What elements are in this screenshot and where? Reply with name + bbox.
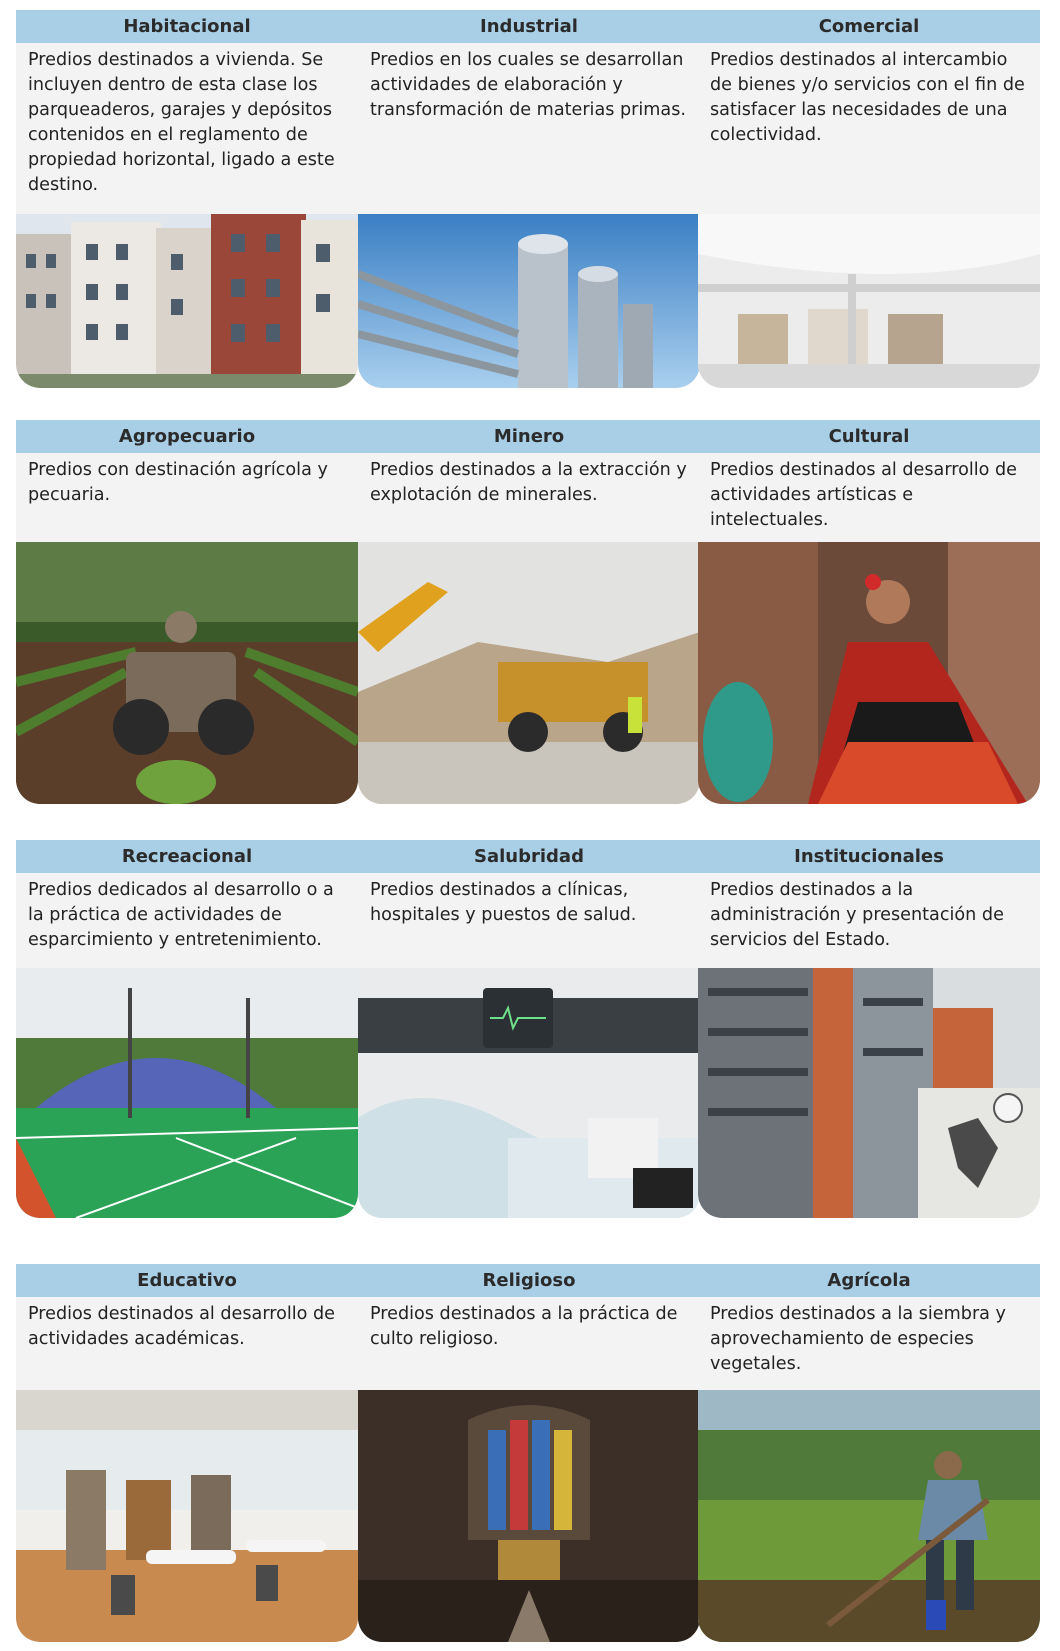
card-title: Institucionales — [698, 840, 1040, 873]
card-description: Predios destinados al desarrollo de acti… — [28, 1304, 335, 1349]
card-description: Predios destinados a vivienda. Se incluy… — [28, 50, 335, 195]
card-title: Minero — [358, 420, 700, 453]
card-description: Predios destinados al desarrollo de acti… — [710, 460, 1017, 530]
card-institucionales: Institucionales Predios destinados a la … — [698, 840, 1040, 1218]
card-description: Predios dedicados al desarrollo o a la p… — [28, 880, 334, 950]
card-description: Predios destinados a la extracción y exp… — [370, 460, 687, 505]
card-comercial: Comercial Predios destinados al intercam… — [698, 10, 1040, 388]
church-interior-photo — [358, 1390, 700, 1642]
card-title: Religioso — [358, 1264, 700, 1297]
card-title: Agropecuario — [16, 420, 358, 453]
card-minero: Minero Predios destinados a la extracció… — [358, 420, 700, 804]
card-industrial: Industrial Predios en los cuales se desa… — [358, 10, 700, 388]
card-title: Recreacional — [16, 840, 358, 873]
card-description: Predios en los cuales se desarrollan act… — [370, 50, 686, 120]
tractor-field-photo — [16, 542, 358, 804]
apartment-buildings-photo — [16, 214, 358, 388]
card-description: Predios destinados a la administración y… — [710, 880, 1004, 950]
card-title: Cultural — [698, 420, 1040, 453]
card-description: Predios destinados al intercambio de bie… — [710, 50, 1025, 145]
mining-truck-photo — [358, 542, 700, 804]
card-religioso: Religioso Predios destinados a la prácti… — [358, 1264, 700, 1642]
card-agricola: Agrícola Predios destinados a la siembra… — [698, 1264, 1040, 1642]
card-title: Salubridad — [358, 840, 700, 873]
card-title: Industrial — [358, 10, 700, 43]
card-recreacional: Recreacional Predios dedicados al desarr… — [16, 840, 358, 1218]
card-title: Agrícola — [698, 1264, 1040, 1297]
card-description: Predios destinados a la siembra y aprove… — [710, 1304, 1006, 1374]
library-classroom-photo — [16, 1390, 358, 1642]
card-description: Predios con destinación agrícola y pecua… — [28, 460, 328, 505]
farmer-hoe-photo — [698, 1390, 1040, 1642]
folk-dancer-photo — [698, 542, 1040, 804]
shopping-mall-photo — [698, 214, 1040, 388]
sports-court-photo — [16, 968, 358, 1218]
card-habitacional: Habitacional Predios destinados a vivien… — [16, 10, 358, 388]
industrial-tanks-photo — [358, 214, 700, 388]
card-cultural: Cultural Predios destinados al desarroll… — [698, 420, 1040, 804]
card-title: Habitacional — [16, 10, 358, 43]
card-title: Comercial — [698, 10, 1040, 43]
card-agropecuario: Agropecuario Predios con destinación agr… — [16, 420, 358, 804]
government-building-photo — [698, 968, 1040, 1218]
card-description: Predios destinados a la práctica de cult… — [370, 1304, 678, 1349]
card-salubridad: Salubridad Predios destinados a clínicas… — [358, 840, 700, 1218]
card-description: Predios destinados a clínicas, hospitale… — [370, 880, 637, 925]
hospital-bed-photo — [358, 968, 700, 1218]
card-educativo: Educativo Predios destinados al desarrol… — [16, 1264, 358, 1642]
card-title: Educativo — [16, 1264, 358, 1297]
